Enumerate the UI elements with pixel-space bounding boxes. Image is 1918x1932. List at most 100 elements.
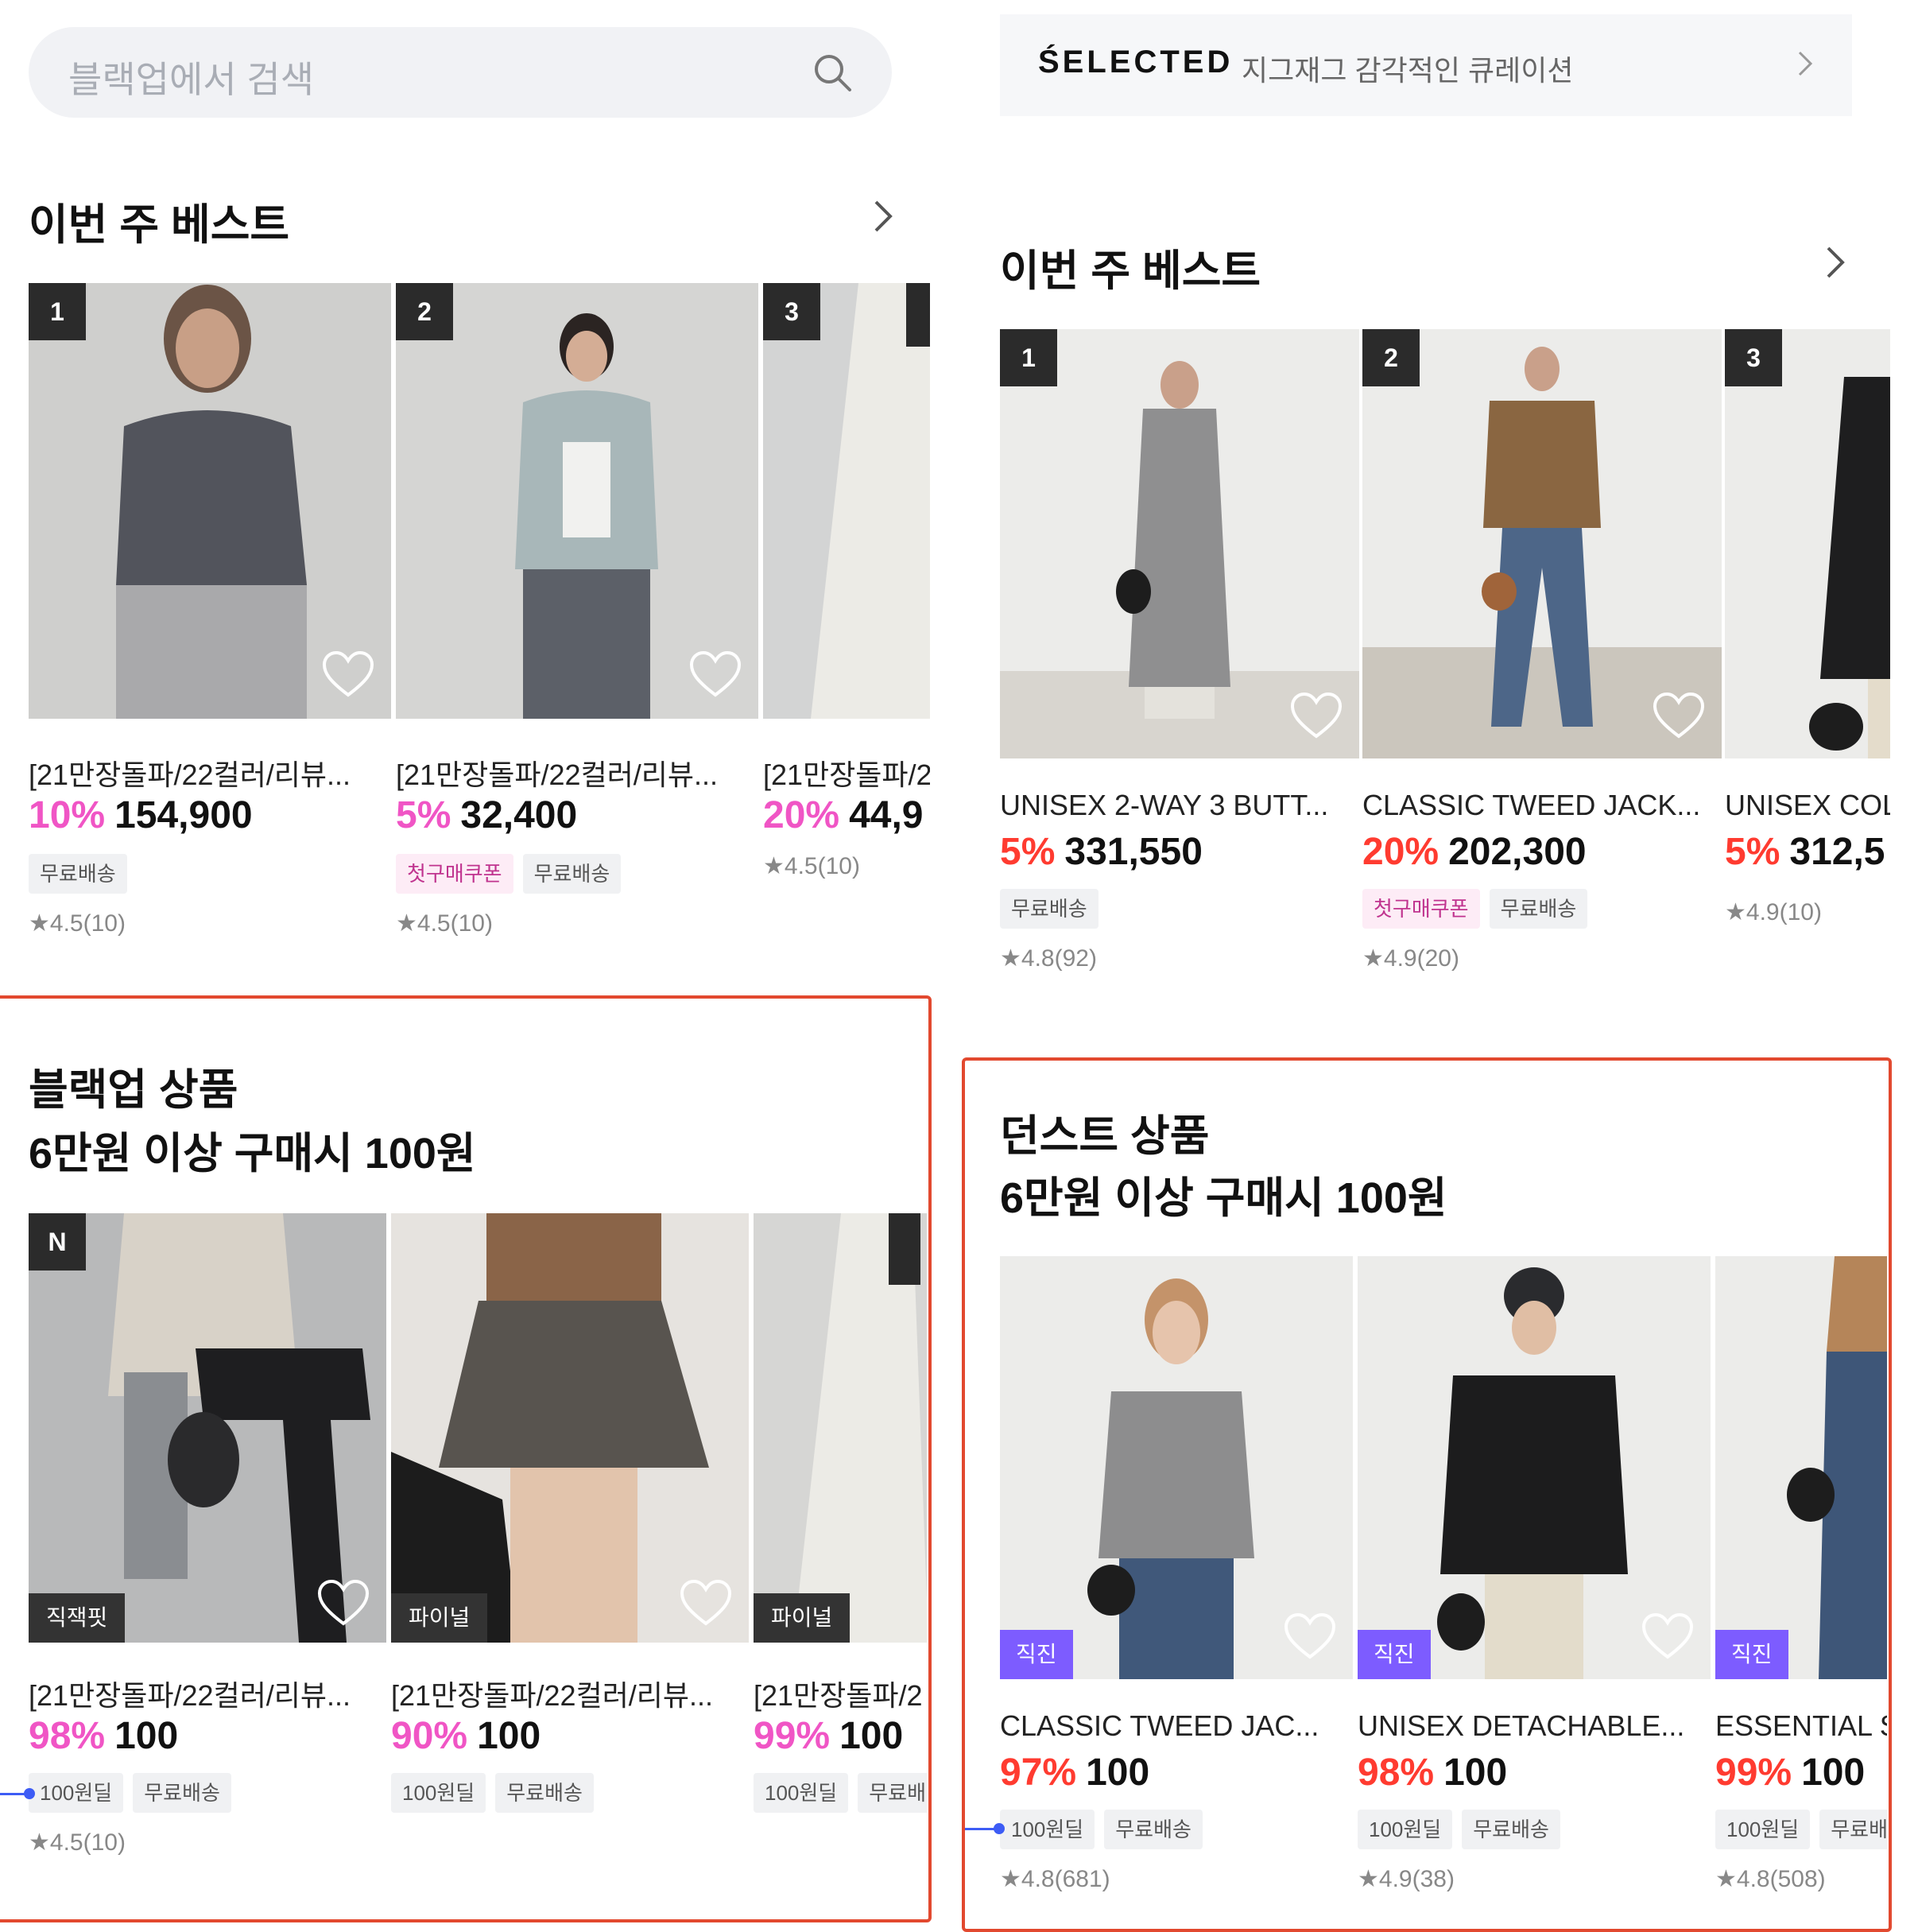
selected-subtitle: 지그재그 감각적인 큐레이션 [1242,54,1574,87]
heart-icon[interactable] [1641,1612,1695,1662]
product-image [1725,329,1890,758]
product-card[interactable]: 2 [21만장돌파/22컬러/리뷰... 5% 32,400 첫구매쿠폰 무료배송 … [396,283,758,959]
product-name: UNISEX COL [1725,789,1890,821]
fit-tag: 직잭핏 [29,1593,126,1643]
product-name: ESSENTIAL S [1715,1709,1887,1742]
product-price: 10% 154,900 [29,793,253,837]
fit-tag: 파이널 [754,1593,851,1643]
price-value: 32,400 [460,794,578,836]
right-deal-carousel[interactable]: 직진 CLASSIC TWEED JAC... 97% 100 100원딜 무료배송… [1000,1256,1887,1926]
rating: ★4.5(10) [763,853,860,879]
annotation-connector [965,1828,997,1830]
rating: ★4.9(10) [1725,899,1822,925]
left-deal-carousel[interactable]: N 직잭핏 [21만장돌파/22컬러/리뷰... 98% 100 100원딜 무료배… [29,1213,927,1873]
product-name: CLASSIC TWEED JAC... [1000,1709,1319,1742]
product-image [754,1213,927,1643]
product-card[interactable]: 직진 CLASSIC TWEED JAC... 97% 100 100원딜 무료배송… [1000,1256,1353,1926]
rank-badge: 1 [29,283,86,340]
direct-tag: 직진 [1000,1630,1073,1679]
badge-row: 100원딜 무료배 [754,1773,927,1813]
product-card[interactable]: 파이널 [21만장돌파/22컬러/리뷰... 90% 100 100원딜 무료배송 [391,1213,749,1873]
heart-icon[interactable] [679,1579,733,1628]
product-name: [21만장돌파/2 [754,1679,923,1712]
product-name: [21만장돌파/22컬러/리뷰... [29,758,351,791]
heart-icon[interactable] [1652,692,1706,741]
badge-row: 무료배송 [1000,889,1108,929]
heart-icon[interactable] [316,1579,370,1628]
product-price: 90% 100 [391,1714,541,1758]
heart-icon[interactable] [688,650,742,700]
product-price: 20% 202,300 [1362,830,1587,874]
product-card[interactable]: 파이널 [21만장돌파/2 99% 100 100원딜 무료배 [754,1213,927,1873]
fit-tag: 파이널 [391,1593,488,1643]
free-shipping-badge: 무료배송 [133,1773,231,1813]
left-best-title: 이번 주 베스트 [29,201,290,249]
discount-rate: 97% [1000,1752,1077,1794]
product-card[interactable]: 3 [21만장돌파/2 20% 44,9 ★4.5(10) [763,283,930,959]
right-best-carousel[interactable]: 1 UNISEX 2-WAY 3 BUTT... 5% 331,550 무료배송 … [1000,329,1890,989]
heart-icon[interactable] [1283,1612,1337,1662]
chevron-right-icon[interactable] [1793,46,1817,81]
heart-icon[interactable] [321,650,375,700]
annotation-dot [994,1823,1005,1834]
rating: ★4.5(10) [29,910,126,937]
price-value: 202,300 [1448,831,1587,873]
left-best-carousel[interactable]: 1 [21만장돌파/22컬러/리뷰... 10% 154,900 무료배송 ★4.… [29,283,930,959]
heart-icon[interactable] [1289,692,1343,741]
discount-rate: 5% [1725,831,1780,873]
product-card[interactable]: 2 CLASSIC TWEED JACK... 20% 202,300 첫구매쿠폰… [1362,329,1722,989]
discount-rate: 98% [1358,1752,1435,1794]
product-name: [21만장돌파/2 [763,758,930,791]
rating: ★4.8(92) [1000,945,1097,972]
badge-row: 첫구매쿠폰 무료배송 [396,854,630,894]
product-card[interactable]: 3 UNISEX COL 5% 312,5 ★4.9(10) [1725,329,1890,989]
search-bar[interactable]: 블랙업에서 검색 [29,27,892,118]
100won-deal-badge: 100원딜 [29,1773,124,1813]
rating: ★4.9(38) [1358,1866,1455,1892]
star-icon: ★ [29,1829,50,1856]
rating: ★4.8(508) [1715,1866,1826,1892]
discount-rate: 20% [763,794,840,836]
100won-deal-badge: 100원딜 [1715,1810,1811,1849]
star-icon: ★ [1000,945,1021,972]
product-image [391,1213,749,1643]
100won-deal-badge: 100원딜 [1000,1810,1095,1849]
left-deal-title-line1: 블랙업 상품 [29,1066,238,1114]
first-purchase-coupon-badge: 첫구매쿠폰 [1362,889,1480,929]
selected-brand: ŚELECTED [1038,45,1234,80]
right-best-title: 이번 주 베스트 [1000,247,1261,295]
annotation-connector [0,1793,27,1795]
price-value: 100 [114,1715,179,1757]
discount-rate: 5% [396,794,451,836]
100won-deal-badge: 100원딜 [754,1773,849,1813]
free-shipping-badge: 무료배송 [495,1773,594,1813]
product-image [1715,1256,1887,1679]
discount-rate: 98% [29,1715,106,1757]
discount-rate: 5% [1000,831,1056,873]
product-card[interactable]: 직진 UNISEX DETACHABLE... 98% 100 100원딜 무료배송… [1358,1256,1711,1926]
product-price: 20% 44,9 [763,793,924,837]
first-purchase-coupon-badge: 첫구매쿠폰 [396,854,513,894]
star-icon: ★ [396,910,417,937]
search-placeholder: 블랙업에서 검색 [68,59,315,100]
search-icon[interactable] [811,51,854,94]
product-card[interactable]: 1 [21만장돌파/22컬러/리뷰... 10% 154,900 무료배송 ★4.… [29,283,391,959]
rank-badge: 2 [1362,329,1420,386]
chevron-right-icon[interactable] [1822,242,1849,283]
product-card[interactable]: N 직잭핏 [21만장돌파/22컬러/리뷰... 98% 100 100원딜 무료배… [29,1213,386,1873]
product-name: [21만장돌파/22컬러/리뷰... [391,1679,714,1712]
product-card[interactable]: 직진 ESSENTIAL S 99% 100 100원딜 무료배 ★4.8(508) [1715,1256,1887,1926]
price-value: 100 [839,1715,904,1757]
chevron-right-icon[interactable] [870,196,897,237]
selected-curation-banner[interactable]: ŚELECTED 지그재그 감각적인 큐레이션 [1000,14,1852,116]
badge-row: 무료배송 [29,854,137,894]
new-badge: N [29,1213,86,1271]
star-icon: ★ [29,910,50,937]
product-card[interactable]: 1 UNISEX 2-WAY 3 BUTT... 5% 331,550 무료배송 … [1000,329,1359,989]
star-icon: ★ [1000,1866,1021,1892]
rating: ★4.5(10) [29,1829,126,1856]
right-deal-title-line1: 던스트 상품 [1000,1112,1210,1160]
left-deal-title-line2: 6만원 이상 구매시 100원 [29,1130,476,1177]
rank-badge: 2 [396,283,453,340]
badge-row: 100원딜 무료배송 [29,1773,241,1813]
